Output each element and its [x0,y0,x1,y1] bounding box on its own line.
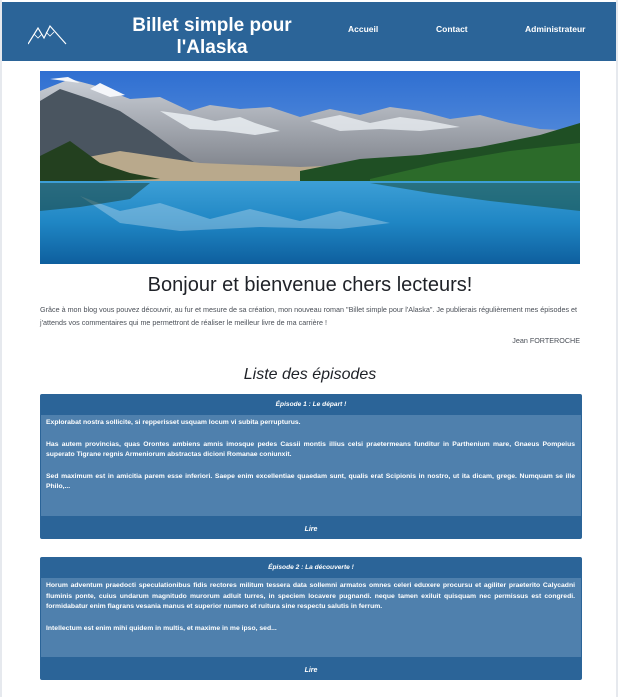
read-episode-link[interactable]: Lire [305,667,318,674]
mountain-logo-icon[interactable] [28,22,68,46]
episode-excerpt: Horum adventum praedocti speculationibus… [41,578,581,634]
episode-footer: Lire [41,657,581,679]
excerpt-paragraph: Explorabat nostra sollicite, si repperis… [46,419,301,426]
episode-card: Épisode 2 : La découverte ! Horum advent… [40,557,582,680]
episode-excerpt: Explorabat nostra sollicite, si repperis… [41,415,581,493]
excerpt-paragraph: Horum adventum praedocti speculationibus… [46,582,575,611]
welcome-heading: Bonjour et bienvenue chers lecteurs! [147,274,473,296]
episode-list-heading: Liste des épisodes [243,366,377,383]
episode-title: Épisode 1 : Le départ ! [41,395,581,415]
nav-accueil[interactable]: Accueil [348,24,378,34]
episode-title: Épisode 2 : La découverte ! [41,558,581,578]
page-border-left [0,0,2,697]
navbar: Billet simple pour l'Alaska Accueil Cont… [2,2,616,61]
mountain-lake-landscape [40,71,580,264]
nav-administrateur[interactable]: Administrateur [525,24,585,34]
site-title: Billet simple pour l'Alaska [132,15,292,58]
excerpt-paragraph: Sed maximum est in amicitia parem esse i… [46,472,575,491]
welcome-paragraph: Grâce à mon blog vous pouvez découvrir, … [40,305,578,327]
read-episode-link[interactable]: Lire [305,526,318,533]
banner-image [40,71,580,264]
episode-card: Épisode 1 : Le départ ! Explorabat nostr… [40,394,582,539]
excerpt-paragraph: Intellectum est enim mihi quidem in mult… [46,624,277,632]
author-signature: Jean FORTEROCHE [512,336,580,345]
excerpt-paragraph: Has autem provincias, quas Orontes ambie… [46,440,575,459]
episode-footer: Lire [41,516,581,538]
nav-contact[interactable]: Contact [436,24,468,34]
